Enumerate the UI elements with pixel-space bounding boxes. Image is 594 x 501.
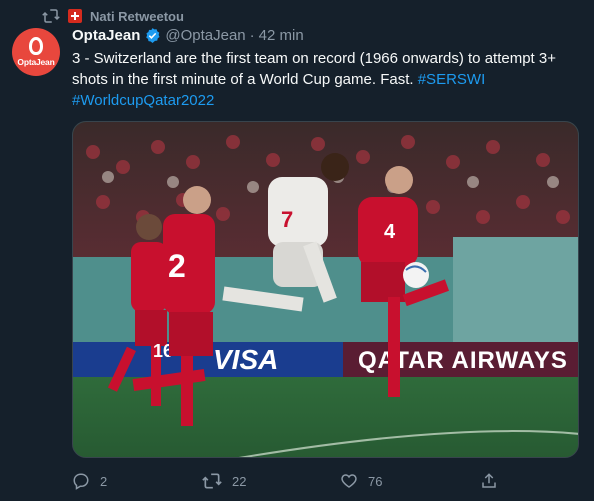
like-count: 76	[368, 473, 383, 489]
separator-dot: ·	[249, 27, 255, 44]
tweet-media-photo[interactable]: VISA QATAR AIRWAYS 16 2 7 4	[72, 121, 579, 458]
author-handle[interactable]: @OptaJean	[165, 27, 245, 44]
share-button[interactable]	[480, 470, 498, 492]
reply-count: 2	[100, 473, 108, 489]
retweet-button[interactable]: 22	[202, 470, 246, 492]
heart-icon	[341, 474, 357, 488]
share-icon	[482, 473, 496, 488]
shirt-number-7: 7	[281, 207, 293, 232]
like-button[interactable]: 76	[340, 470, 382, 492]
avatar[interactable]: OptaJean	[12, 28, 60, 76]
tweet-timestamp[interactable]: 42 min	[259, 27, 304, 44]
shirt-number-4: 4	[384, 221, 396, 243]
tweet-header: OptaJean @OptaJean · 42 min	[72, 27, 304, 44]
board-visa-text: VISA	[213, 344, 278, 375]
verified-badge-icon	[144, 27, 161, 44]
shirt-number-2: 2	[168, 248, 186, 284]
author-name[interactable]: OptaJean	[72, 27, 140, 44]
reply-button[interactable]: 2	[72, 470, 107, 492]
opta-logo-icon	[29, 37, 43, 55]
retweet-icon	[202, 473, 222, 489]
reply-icon	[73, 473, 89, 490]
tweet-actions: 2 22 76	[72, 470, 512, 492]
retweet-icon	[42, 9, 60, 23]
retweeted-by-label[interactable]: Nati Retweetou	[90, 9, 184, 24]
hashtag-link[interactable]: #WorldcupQatar2022	[72, 92, 214, 109]
hashtag-link[interactable]: #SERSWI	[418, 71, 486, 88]
avatar-brand-text: OptaJean	[17, 57, 55, 67]
tweet-text: 3 - Switzerland are the first team on re…	[72, 48, 582, 111]
swiss-flag-icon	[68, 9, 82, 23]
football-match-photo: VISA QATAR AIRWAYS 16 2 7 4	[73, 122, 578, 457]
retweet-count: 22	[232, 473, 247, 489]
retweet-header: Nati Retweetou	[42, 7, 184, 25]
